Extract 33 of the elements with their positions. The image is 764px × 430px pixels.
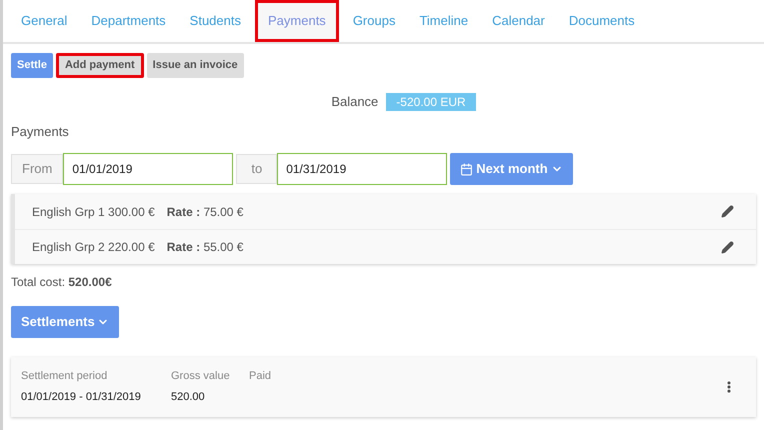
payment-group: English Grp 1 300.00 € [32,202,155,220]
tab[interactable]: Payments [255,0,339,42]
column-header: Paid [249,368,272,384]
balance-badge: -520.00 EUR [386,92,476,111]
payment-group: English Grp 2 220.00 € [32,238,155,256]
balance-label: Balance [331,93,378,111]
calendar-icon [460,162,474,176]
tab[interactable]: Students [180,0,251,42]
action-button[interactable]: Add payment [56,53,144,78]
pencil-icon[interactable] [721,240,734,254]
tab[interactable]: General [11,0,78,42]
column-header: Gross value [171,368,231,384]
table-cell-text: 520.00 [171,390,206,405]
payment-rate: Rate : 75.00 € [166,204,244,220]
action-button[interactable]: Issue an invoice [146,53,244,78]
to-label: to [236,154,278,184]
action-button[interactable]: Settle [11,53,53,78]
table-cell-text: 01/01/2019 - 01/31/2019 [21,390,142,405]
tab[interactable]: Documents [558,0,645,42]
tab[interactable]: Calendar [482,0,555,42]
total-cost: Total cost: 520.00€ [11,275,112,289]
from-label: From [11,154,64,184]
tab[interactable]: Timeline [409,0,478,42]
section-title: Payments [11,124,69,138]
payment-rate: Rate : 55.00 € [166,239,244,256]
tab[interactable]: Groups [342,0,406,42]
settlements-button[interactable]: Settlements [11,306,119,338]
column-header: Settlement period [21,368,108,384]
tab[interactable]: Departments [81,0,176,42]
to-date-field[interactable]: 01/31/2019 [277,153,448,185]
pencil-icon[interactable] [721,205,734,218]
next-month-button[interactable]: Next month [450,153,573,185]
from-date-field[interactable]: 01/01/2019 [63,153,234,185]
